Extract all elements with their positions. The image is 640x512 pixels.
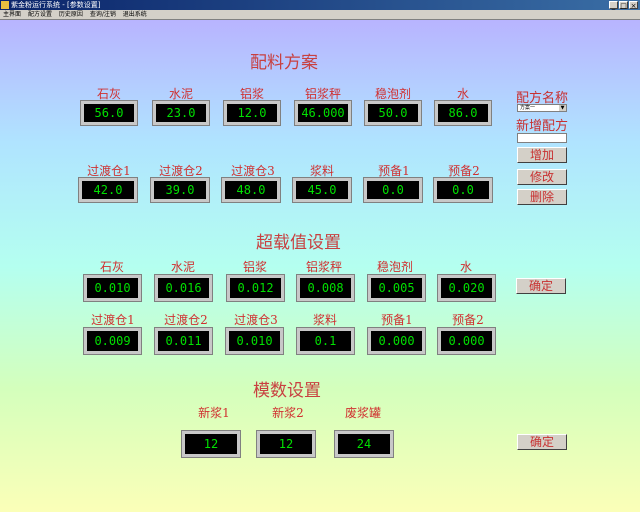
recipe-label-transfer-bin-1: 过渡仓1 xyxy=(87,164,131,178)
parameter-settings-panel: 配料方案 石灰 水泥 铝浆 铝浆秤 稳泡剂 水 56.0 23.0 12.0 4… xyxy=(0,20,640,512)
overload-value-reserve-2[interactable]: 0.000 xyxy=(437,327,496,355)
new-recipe-label: 新增配方 xyxy=(516,119,569,134)
menu-main[interactable]: 主界面 xyxy=(3,10,21,20)
recipe-label-slurry: 浆料 xyxy=(309,164,334,178)
menu-query-logout[interactable]: 查询/注销 xyxy=(90,10,116,20)
overload-label-transfer-bin-1: 过渡仓1 xyxy=(91,313,135,327)
mold-value-waste-tank[interactable]: 24 xyxy=(334,430,394,458)
modify-recipe-button[interactable]: 修改 xyxy=(517,169,567,185)
recipe-select-value: 方案一 xyxy=(520,105,536,111)
recipe-label-aluminum-scale: 铝浆秤 xyxy=(304,87,341,101)
recipe-value-reserve-2[interactable]: 0.0 xyxy=(433,177,493,203)
add-recipe-button[interactable]: 增加 xyxy=(517,147,567,163)
chevron-down-icon[interactable]: ▼ xyxy=(559,105,566,111)
overload-confirm-button[interactable]: 确定 xyxy=(516,278,566,294)
recipe-value-slurry[interactable]: 45.0 xyxy=(292,177,352,203)
overload-value-cement[interactable]: 0.016 xyxy=(154,274,213,302)
mold-label-new-slurry-1: 新浆1 xyxy=(198,406,230,420)
overload-label-water: 水 xyxy=(459,260,472,274)
overload-value-water[interactable]: 0.020 xyxy=(437,274,496,302)
overload-label-transfer-bin-3: 过渡仓3 xyxy=(234,313,278,327)
overload-value-foam-stabilizer[interactable]: 0.005 xyxy=(367,274,426,302)
recipe-value-lime[interactable]: 56.0 xyxy=(80,100,138,126)
menu-recipe-settings[interactable]: 配方设置 xyxy=(28,10,52,20)
recipe-label-transfer-bin-3: 过渡仓3 xyxy=(231,164,275,178)
close-button[interactable]: × xyxy=(629,1,638,10)
overload-label-transfer-bin-2: 过渡仓2 xyxy=(164,313,208,327)
minimize-button[interactable]: _ xyxy=(609,1,618,10)
overload-value-aluminum-scale[interactable]: 0.008 xyxy=(296,274,355,302)
overload-label-slurry: 浆料 xyxy=(312,313,337,327)
recipe-value-transfer-bin-2[interactable]: 39.0 xyxy=(150,177,210,203)
overload-label-cement: 水泥 xyxy=(170,260,195,274)
overload-label-aluminum-paste: 铝浆 xyxy=(242,260,267,274)
recipe-label-cement: 水泥 xyxy=(168,87,193,101)
mold-confirm-button[interactable]: 确定 xyxy=(517,434,567,450)
recipe-value-aluminum-scale[interactable]: 46.000 xyxy=(294,100,352,126)
overload-label-aluminum-scale: 铝浆秤 xyxy=(305,260,342,274)
recipe-label-reserve-1: 预备1 xyxy=(378,164,410,178)
overload-value-transfer-bin-2[interactable]: 0.011 xyxy=(154,327,213,355)
window-title: 紫金粉运行系统 - [参数设置] xyxy=(11,1,101,9)
overload-section-title: 超载值设置 xyxy=(256,233,341,253)
mold-label-new-slurry-2: 新浆2 xyxy=(272,406,304,420)
overload-label-reserve-2: 预备2 xyxy=(452,313,484,327)
recipe-label-lime: 石灰 xyxy=(96,87,121,101)
overload-value-lime[interactable]: 0.010 xyxy=(83,274,142,302)
overload-label-reserve-1: 预备1 xyxy=(381,313,413,327)
recipe-label-water: 水 xyxy=(456,87,469,101)
mold-value-new-slurry-2[interactable]: 12 xyxy=(256,430,316,458)
recipe-label-reserve-2: 预备2 xyxy=(448,164,480,178)
overload-value-transfer-bin-3[interactable]: 0.010 xyxy=(225,327,284,355)
recipe-value-reserve-1[interactable]: 0.0 xyxy=(363,177,423,203)
recipe-label-aluminum-paste: 铝浆 xyxy=(239,87,264,101)
recipe-value-transfer-bin-3[interactable]: 48.0 xyxy=(221,177,281,203)
app-icon xyxy=(1,1,9,9)
overload-value-reserve-1[interactable]: 0.000 xyxy=(367,327,426,355)
overload-value-transfer-bin-1[interactable]: 0.009 xyxy=(83,327,142,355)
maximize-button[interactable]: □ xyxy=(619,1,628,10)
recipe-section-title: 配料方案 xyxy=(250,53,318,73)
recipe-label-transfer-bin-2: 过渡仓2 xyxy=(159,164,203,178)
recipe-value-cement[interactable]: 23.0 xyxy=(152,100,210,126)
new-recipe-input[interactable] xyxy=(517,133,567,143)
recipe-label-foam-stabilizer: 稳泡剂 xyxy=(374,87,411,101)
delete-recipe-button[interactable]: 删除 xyxy=(517,189,567,205)
mold-section-title: 模数设置 xyxy=(253,381,321,401)
mold-label-waste-tank: 废浆罐 xyxy=(344,406,381,420)
recipe-value-aluminum-paste[interactable]: 12.0 xyxy=(223,100,281,126)
menu-history[interactable]: 历史原因 xyxy=(59,10,83,20)
recipe-value-transfer-bin-1[interactable]: 42.0 xyxy=(78,177,138,203)
recipe-value-foam-stabilizer[interactable]: 50.0 xyxy=(364,100,422,126)
overload-label-lime: 石灰 xyxy=(99,260,124,274)
mold-value-new-slurry-1[interactable]: 12 xyxy=(181,430,241,458)
recipe-value-water[interactable]: 86.0 xyxy=(434,100,492,126)
recipe-select[interactable]: 方案一 ▼ xyxy=(517,104,567,112)
overload-label-foam-stabilizer: 稳泡剂 xyxy=(376,260,413,274)
menu-exit[interactable]: 退出系统 xyxy=(123,10,147,20)
overload-value-slurry[interactable]: 0.1 xyxy=(296,327,355,355)
menu-bar: 主界面 配方设置 历史原因 查询/注销 退出系统 xyxy=(0,10,640,20)
title-bar: 紫金粉运行系统 - [参数设置] _ □ × xyxy=(0,0,640,10)
overload-value-aluminum-paste[interactable]: 0.012 xyxy=(226,274,285,302)
